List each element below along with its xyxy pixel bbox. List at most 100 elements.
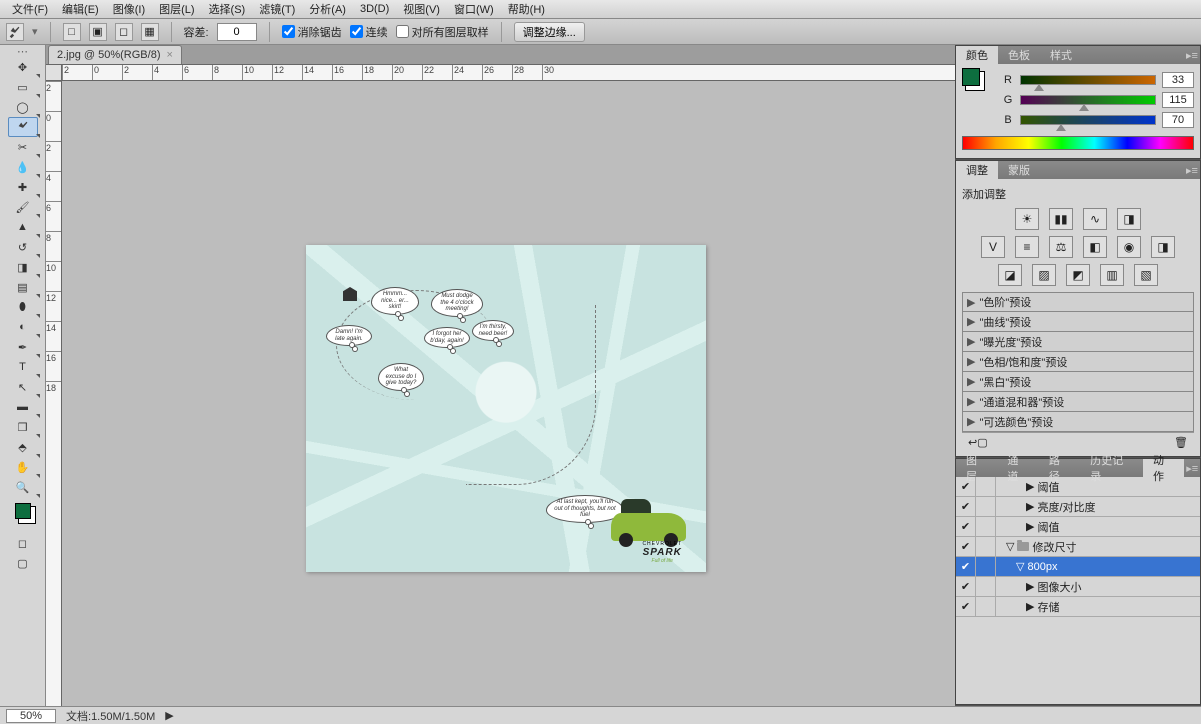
- brightness-icon[interactable]: ☀: [1015, 208, 1039, 230]
- menu-window[interactable]: 窗口(W): [448, 0, 500, 18]
- disclosure-icon[interactable]: ▶: [967, 335, 975, 348]
- r-slider[interactable]: [1020, 75, 1156, 85]
- menu-filter[interactable]: 滤镜(T): [253, 0, 301, 18]
- tab-styles[interactable]: 样式: [1040, 46, 1082, 64]
- type-tool[interactable]: T: [8, 357, 38, 377]
- magic-wand-tool[interactable]: [8, 117, 38, 137]
- panel-menu-icon[interactable]: ▸≡: [1184, 49, 1200, 62]
- gradient-tool[interactable]: ▤: [8, 277, 38, 297]
- refine-edge-button[interactable]: 调整边缘...: [514, 22, 585, 42]
- tab-paths[interactable]: 路径: [1039, 459, 1080, 477]
- panel-menu-icon[interactable]: ▸≡: [1184, 462, 1200, 475]
- preset-item[interactable]: ▶"可选颜色"预设: [962, 412, 1194, 432]
- action-row[interactable]: ✔▽修改尺寸: [956, 537, 1200, 557]
- menu-file[interactable]: 文件(F): [6, 0, 54, 18]
- history-brush-tool[interactable]: ↺: [8, 237, 38, 257]
- disclosure-icon[interactable]: ▶: [967, 315, 975, 328]
- menu-edit[interactable]: 编辑(E): [56, 0, 105, 18]
- blur-tool[interactable]: ⬮: [8, 297, 38, 317]
- hue-icon[interactable]: ≡: [1015, 236, 1039, 258]
- b-value[interactable]: 70: [1162, 112, 1194, 128]
- tolerance-input[interactable]: [217, 23, 257, 41]
- toggle-check[interactable]: ✔: [956, 517, 976, 536]
- g-value[interactable]: 115: [1162, 92, 1194, 108]
- invert-icon[interactable]: ◪: [998, 264, 1022, 286]
- move-tool[interactable]: ✥: [8, 57, 38, 77]
- mode-new-icon[interactable]: □: [63, 23, 81, 41]
- tab-channels[interactable]: 通道: [997, 459, 1038, 477]
- trash-icon[interactable]: 🗑: [1174, 436, 1188, 449]
- menu-select[interactable]: 选择(S): [203, 0, 252, 18]
- balance-icon[interactable]: ⚖: [1049, 236, 1073, 258]
- crop-tool[interactable]: ✂: [8, 137, 38, 157]
- quick-mask-toggle[interactable]: ◻: [8, 533, 38, 553]
- sample-all-checkbox[interactable]: 对所有图层取样: [396, 24, 489, 40]
- selective-color-icon[interactable]: ▧: [1134, 264, 1158, 286]
- mode-sub-icon[interactable]: ◻: [115, 23, 133, 41]
- panel-menu-icon[interactable]: ▸≡: [1184, 164, 1200, 177]
- down-caret-icon[interactable]: ▾: [32, 25, 38, 38]
- levels-icon[interactable]: ▮▮: [1049, 208, 1073, 230]
- foreground-color-swatch[interactable]: [15, 503, 31, 519]
- disclosure-icon[interactable]: ▶: [1026, 580, 1034, 593]
- preset-item[interactable]: ▶"黑白"预设: [962, 372, 1194, 392]
- toggle-check[interactable]: ✔: [956, 557, 976, 576]
- mode-intersect-icon[interactable]: ▦: [141, 23, 159, 41]
- canvas[interactable]: Damn! I'm late again.Hmmm... nice... er.…: [306, 245, 706, 572]
- tab-history[interactable]: 历史记录: [1080, 459, 1143, 477]
- disclosure-icon[interactable]: ▽: [1016, 560, 1024, 573]
- action-row[interactable]: ✔▶亮度/对比度: [956, 497, 1200, 517]
- 3d-tool[interactable]: ❒: [8, 417, 38, 437]
- action-row[interactable]: ✔▶存储: [956, 597, 1200, 617]
- threshold-icon[interactable]: ◩: [1066, 264, 1090, 286]
- action-row[interactable]: ✔▶阈值: [956, 517, 1200, 537]
- menu-help[interactable]: 帮助(H): [502, 0, 551, 18]
- action-row[interactable]: ✔▶阈值: [956, 477, 1200, 497]
- tab-masks[interactable]: 蒙版: [998, 161, 1040, 179]
- pen-tool[interactable]: ✒: [8, 337, 38, 357]
- eyedropper-tool[interactable]: 💧: [8, 157, 38, 177]
- preset-item[interactable]: ▶"曲线"预设: [962, 312, 1194, 332]
- antialias-checkbox[interactable]: 消除锯齿: [282, 24, 342, 40]
- toggle-check[interactable]: ✔: [956, 497, 976, 516]
- menu-view[interactable]: 视图(V): [397, 0, 446, 18]
- status-caret-icon[interactable]: ▶: [165, 709, 173, 722]
- close-tab-icon[interactable]: ×: [167, 49, 173, 61]
- tab-swatches[interactable]: 色板: [998, 46, 1040, 64]
- tab-adjustments[interactable]: 调整: [956, 161, 998, 179]
- toggle-dialog[interactable]: [976, 537, 996, 556]
- disclosure-icon[interactable]: ▽: [1006, 540, 1014, 553]
- disclosure-icon[interactable]: ▶: [1026, 520, 1034, 533]
- disclosure-icon[interactable]: ▶: [1026, 600, 1034, 613]
- menu-3d[interactable]: 3D(D): [354, 2, 395, 16]
- r-value[interactable]: 33: [1162, 72, 1194, 88]
- 3d-camera-tool[interactable]: ⬘: [8, 437, 38, 457]
- tab-color[interactable]: 颜色: [956, 46, 998, 64]
- tab-layers[interactable]: 图层: [956, 459, 997, 477]
- disclosure-icon[interactable]: ▶: [967, 415, 975, 428]
- disclosure-icon[interactable]: ▶: [967, 355, 975, 368]
- hand-tool[interactable]: ✋: [8, 457, 38, 477]
- photo-filter-icon[interactable]: ◉: [1117, 236, 1141, 258]
- zoom-field[interactable]: 50%: [6, 709, 56, 723]
- return-adjust-icon[interactable]: ↩▢: [968, 436, 988, 449]
- toggle-check[interactable]: ✔: [956, 537, 976, 556]
- toggle-dialog[interactable]: [976, 577, 996, 596]
- toggle-dialog[interactable]: [976, 517, 996, 536]
- spectrum-bar[interactable]: [962, 136, 1194, 150]
- g-slider[interactable]: [1020, 95, 1156, 105]
- eraser-tool[interactable]: ◨: [8, 257, 38, 277]
- disclosure-icon[interactable]: ▶: [1026, 500, 1034, 513]
- preset-item[interactable]: ▶"通道混和器"预设: [962, 392, 1194, 412]
- exposure-icon[interactable]: ◨: [1117, 208, 1141, 230]
- toggle-check[interactable]: ✔: [956, 577, 976, 596]
- document-tab[interactable]: 2.jpg @ 50%(RGB/8) ×: [48, 45, 182, 64]
- curves-icon[interactable]: ∿: [1083, 208, 1107, 230]
- gradient-map-icon[interactable]: ▥: [1100, 264, 1124, 286]
- posterize-icon[interactable]: ▨: [1032, 264, 1056, 286]
- disclosure-icon[interactable]: ▶: [1026, 480, 1034, 493]
- panel-fg-swatch[interactable]: [962, 68, 980, 86]
- disclosure-icon[interactable]: ▶: [967, 375, 975, 388]
- toggle-dialog[interactable]: [976, 497, 996, 516]
- menu-image[interactable]: 图像(I): [107, 0, 151, 18]
